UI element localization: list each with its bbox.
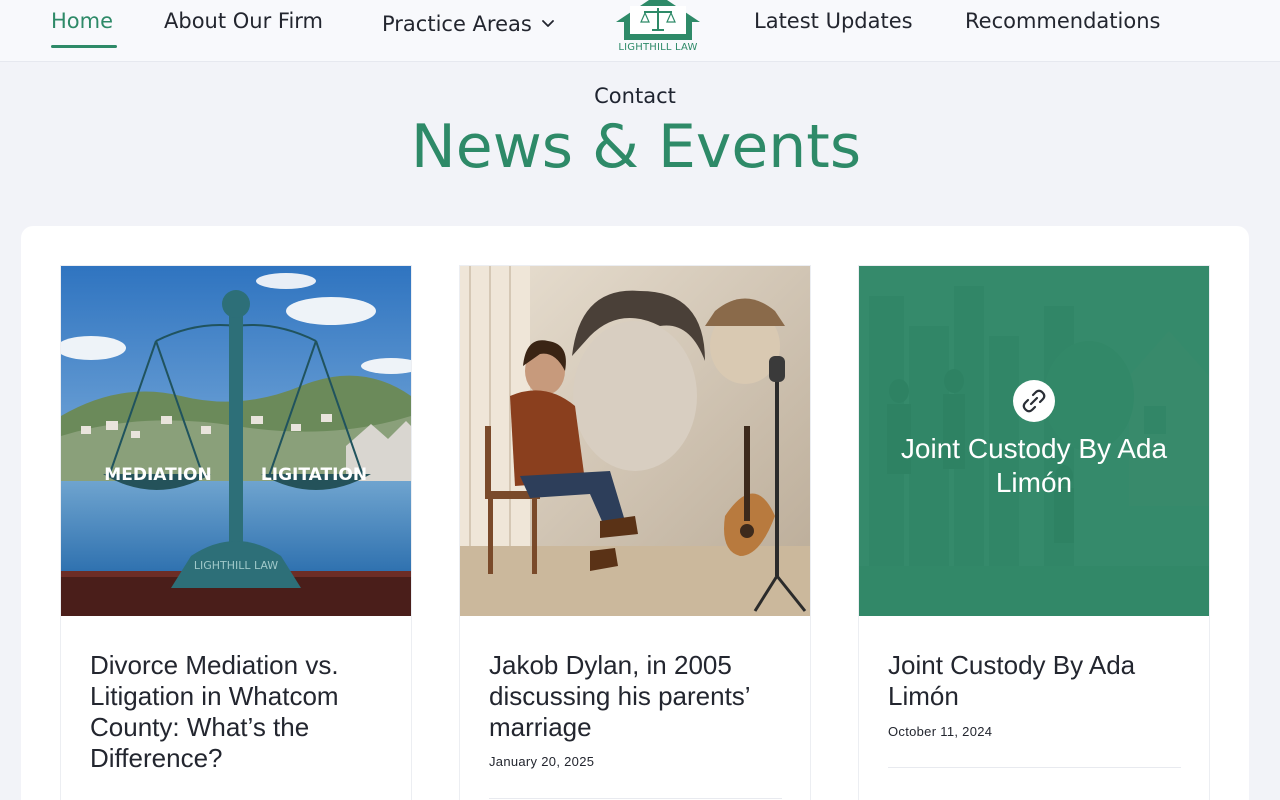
post-title[interactable]: Joint Custody By Ada Limón — [888, 650, 1188, 712]
nav-latest-updates[interactable]: Latest Updates — [754, 9, 913, 33]
link-icon[interactable] — [1013, 380, 1055, 422]
post-hover-overlay[interactable]: Joint Custody By Ada Limón — [859, 266, 1209, 616]
scales-of-justice-illustration: MEDIATION LIGITATION LIGHTHILL LAW — [61, 266, 411, 616]
post-image-custody[interactable]: Joint Custody By Ada Limón — [859, 266, 1209, 616]
page-title: News & Events — [410, 112, 862, 182]
top-navigation: Home About Our Firm Practice Areas LIGHT… — [0, 0, 1280, 62]
nav-recommendations[interactable]: Recommendations — [965, 9, 1160, 33]
overlay-post-title[interactable]: Joint Custody By Ada Limón — [879, 432, 1189, 500]
nav-practice-areas-label: Practice Areas — [382, 12, 532, 36]
logo-wordmark: LIGHTHILL LAW — [618, 42, 698, 53]
post-card[interactable]: MEDIATION LIGITATION LIGHTHILL LAW Divor… — [60, 265, 412, 800]
post-divider — [888, 767, 1181, 768]
post-divider — [489, 798, 782, 799]
post-image-portrait[interactable] — [460, 266, 810, 616]
nav-active-indicator — [51, 45, 117, 48]
firm-logo[interactable]: LIGHTHILL LAW — [610, 0, 706, 60]
nav-contact[interactable]: Contact — [0, 84, 1270, 108]
post-image-scales[interactable]: MEDIATION LIGITATION LIGHTHILL LAW — [61, 266, 411, 616]
musician-portrait-illustration — [460, 266, 810, 616]
nav-home[interactable]: Home — [51, 9, 113, 33]
chevron-down-icon — [541, 9, 554, 33]
post-title[interactable]: Jakob Dylan, in 2005 discussing his pare… — [489, 650, 789, 743]
house-scales-logo-icon — [616, 0, 700, 40]
post-date: January 20, 2025 — [489, 754, 595, 769]
nav-practice-areas[interactable]: Practice Areas — [382, 9, 554, 36]
post-card[interactable]: Joint Custody By Ada Limón Joint Custody… — [858, 265, 1210, 800]
post-date: October 11, 2024 — [888, 724, 993, 739]
scale-right-label: LIGITATION — [261, 465, 367, 485]
scale-base-label: LIGHTHILL LAW — [194, 559, 278, 572]
post-title[interactable]: Divorce Mediation vs. Litigation in What… — [90, 650, 390, 774]
nav-about-our-firm[interactable]: About Our Firm — [164, 9, 323, 33]
post-card[interactable]: Jakob Dylan, in 2005 discussing his pare… — [459, 265, 811, 800]
scale-left-label: MEDIATION — [104, 465, 211, 485]
